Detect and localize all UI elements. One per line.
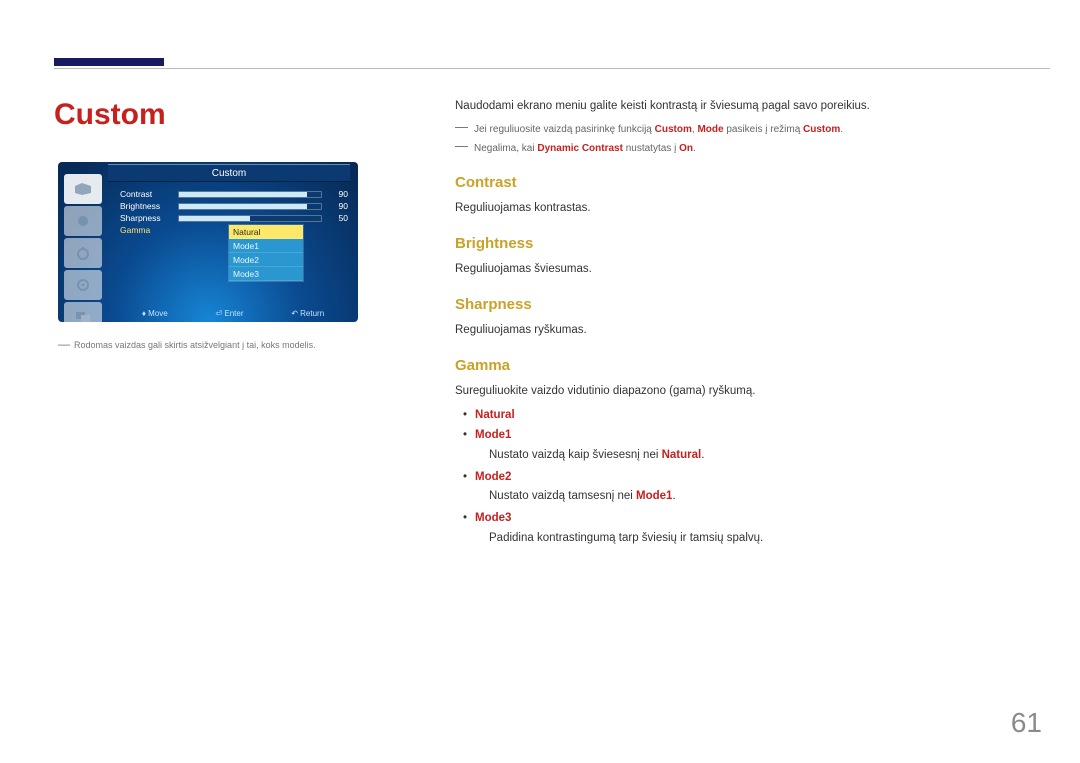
osd-option: Mode1: [229, 239, 303, 253]
section-body-contrast: Reguliuojamas kontrastas.: [455, 200, 1040, 218]
osd-panel-title: Custom: [108, 164, 350, 182]
note-line-1: ― Jei reguliuosite vaizdą pasirinkę funk…: [455, 122, 1040, 138]
osd-label: Brightness: [120, 201, 178, 211]
gamma-bullet-mode3-desc: Padidina kontrastingumą tarp šviesių ir …: [463, 530, 1040, 548]
osd-value: 50: [328, 213, 348, 223]
gamma-bullet-mode3: • Mode3: [463, 510, 1040, 528]
dash-icon: ―: [455, 122, 468, 138]
bullet-dot-icon: •: [463, 469, 467, 487]
bullet-dot-icon: •: [463, 510, 467, 528]
section-body-sharpness: Reguliuojamas ryškumas.: [455, 322, 1040, 340]
osd-label: Sharpness: [120, 213, 178, 223]
section-head-contrast: Contrast: [455, 171, 1040, 194]
osd-slider-fill: [179, 204, 307, 209]
page-title: Custom: [54, 98, 166, 132]
osd-slider-fill: [179, 192, 307, 197]
osd-option: Mode3: [229, 267, 303, 281]
osd-tab-picture-icon: [64, 174, 102, 204]
header-divider: [54, 68, 1050, 69]
section-head-brightness: Brightness: [455, 232, 1040, 255]
osd-slider: [178, 203, 322, 210]
gamma-bullet-list: • Natural • Mode1 Nustato vaizdą kaip šv…: [455, 407, 1040, 548]
osd-slider: [178, 215, 322, 222]
osd-tab-sound-icon: [64, 206, 102, 236]
gamma-bullet-mode1: • Mode1: [463, 427, 1040, 445]
bullet-dot-icon: •: [463, 427, 467, 445]
section-head-gamma: Gamma: [455, 354, 1040, 377]
dash-icon: ―: [455, 141, 468, 157]
osd-option: Mode2: [229, 253, 303, 267]
osd-gamma-dropdown: Natural Mode1 Mode2 Mode3: [228, 224, 304, 282]
left-note: ― Rodomas vaizdas gali skirtis atsižvelg…: [58, 340, 316, 350]
page-number: 61: [1011, 707, 1042, 739]
osd-slider-fill: [179, 216, 250, 221]
note-line-2: ― Negalima, kai Dynamic Contrast nustaty…: [455, 141, 1040, 157]
content-column: Naudodami ekrano meniu galite keisti kon…: [455, 98, 1040, 552]
header-accent-bar: [54, 58, 164, 66]
osd-hint-return: ↶ Return: [291, 309, 324, 318]
osd-row-brightness: Brightness 90: [120, 200, 348, 212]
section-body-brightness: Reguliuojamas šviesumas.: [455, 261, 1040, 279]
note-text: Jei reguliuosite vaizdą pasirinkę funkci…: [474, 122, 843, 138]
dash-icon: ―: [58, 340, 70, 350]
gamma-bullet-mode1-desc: Nustato vaizdą kaip šviesesnį nei Natura…: [463, 447, 1040, 465]
left-note-text: Rodomas vaizdas gali skirtis atsižvelgia…: [74, 340, 316, 350]
osd-screenshot: Custom Contrast 90 Brightness 90 Sharpne…: [58, 162, 358, 322]
osd-footer: ♦ Move ⏎ Enter ↶ Return: [118, 309, 348, 318]
osd-tab-setup-icon: [64, 270, 102, 300]
gamma-bullet-natural: • Natural: [463, 407, 1040, 425]
bullet-dot-icon: •: [463, 407, 467, 425]
osd-tab-timer-icon: [64, 238, 102, 268]
gamma-bullet-mode2: • Mode2: [463, 469, 1040, 487]
osd-slider: [178, 191, 322, 198]
section-body-gamma: Sureguliuokite vaizdo vidutinio diapazon…: [455, 383, 1040, 401]
osd-option: Natural: [229, 225, 303, 239]
osd-value: 90: [328, 201, 348, 211]
osd-tab-multi-icon: [64, 302, 102, 322]
osd-label: Gamma: [120, 225, 178, 235]
osd-row-contrast: Contrast 90: [120, 188, 348, 200]
osd-sidebar: [64, 174, 102, 322]
osd-value: 90: [328, 189, 348, 199]
osd-row-sharpness: Sharpness 50: [120, 212, 348, 224]
gamma-bullet-mode2-desc: Nustato vaizdą tamsesnį nei Mode1.: [463, 488, 1040, 506]
note-text: Negalima, kai Dynamic Contrast nustatyta…: [474, 141, 696, 157]
osd-hint-enter: ⏎ Enter: [215, 309, 243, 318]
osd-label: Contrast: [120, 189, 178, 199]
section-head-sharpness: Sharpness: [455, 293, 1040, 316]
intro-text: Naudodami ekrano meniu galite keisti kon…: [455, 98, 1040, 116]
osd-hint-move: ♦ Move: [142, 309, 168, 318]
